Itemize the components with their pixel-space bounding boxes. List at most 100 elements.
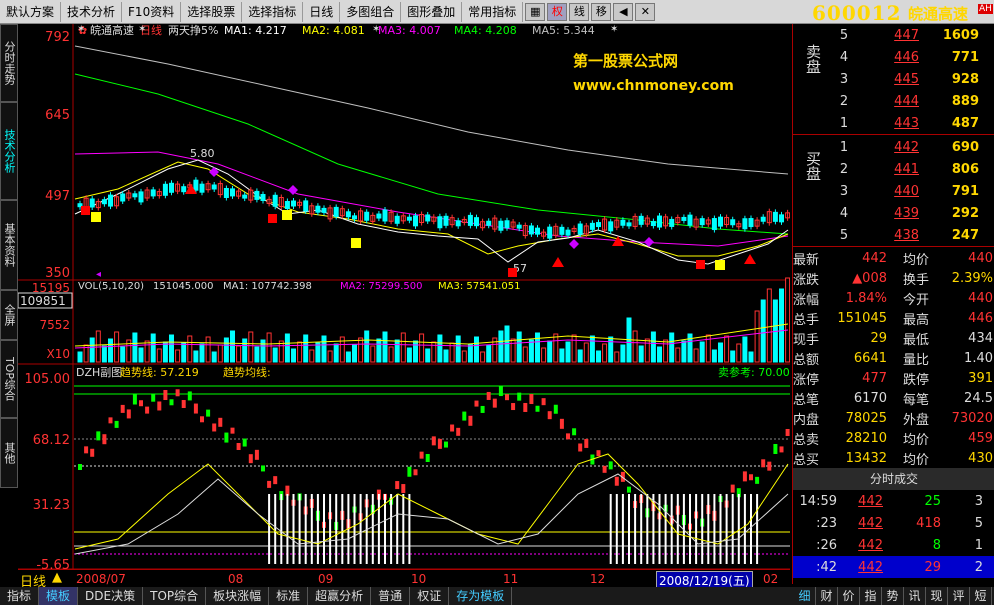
indicator-bar	[157, 401, 162, 411]
grid-icon[interactable]: ▦	[525, 2, 546, 21]
volume-bar	[266, 332, 272, 363]
menu-select-stock[interactable]: 选择股票	[181, 1, 243, 22]
indicator-signal	[640, 494, 643, 564]
indicator-bar	[547, 411, 552, 420]
indicator-bar	[96, 431, 101, 441]
indicator-bar	[511, 403, 516, 411]
buy-order-row[interactable]: 2 441 806	[793, 158, 994, 180]
volume-bar	[675, 347, 681, 363]
menu-technical-analysis[interactable]: 技术分析	[61, 1, 123, 22]
right-tab[interactable]: 评	[948, 587, 970, 605]
menu-f10[interactable]: F10资料	[122, 1, 182, 22]
indicator-bar	[419, 451, 424, 459]
stat-value: 151045	[837, 310, 887, 326]
buy-order-row[interactable]: 1 442 690	[793, 136, 994, 158]
tab-fundamentals[interactable]: 基本资料	[0, 200, 18, 290]
volume-bar	[358, 337, 364, 363]
stat-value: 440	[968, 290, 993, 306]
indicator-signal	[646, 494, 649, 564]
bottom-tab[interactable]: 权证	[410, 587, 450, 605]
menu-overlay[interactable]: 图形叠加	[401, 1, 463, 22]
tab-other[interactable]: 其他	[0, 418, 18, 488]
buy-order-row[interactable]: 4 439 292	[793, 202, 994, 224]
toolbar-rights[interactable]: 权	[547, 2, 568, 21]
volume-bar	[394, 339, 400, 363]
tick-row[interactable]: :23 442 418 5	[793, 512, 994, 534]
stat-value: 6170	[853, 390, 887, 406]
right-tab[interactable]: 财	[816, 587, 838, 605]
stat-label: 均价	[902, 452, 929, 468]
right-tab[interactable]: 势	[882, 587, 904, 605]
back-icon[interactable]: ◀	[613, 2, 634, 21]
bottom-tab[interactable]: 模板	[39, 587, 79, 605]
menu-common-indicator[interactable]: 常用指标	[462, 1, 524, 22]
stat-value: 477	[862, 370, 887, 386]
buy-order-row[interactable]: 5 438 247	[793, 224, 994, 246]
volume-bar	[187, 335, 193, 363]
tab-fullscreen[interactable]: 全屏	[0, 290, 18, 340]
stock-chart[interactable]: ✿ 皖通高速 日线 两天挣5% MA1: 4.217 MA2: 4.081 MA…	[18, 24, 790, 569]
menu-select-indicator[interactable]: 选择指标	[242, 1, 304, 22]
indicator-signal	[268, 494, 271, 564]
bottom-tab[interactable]: TOP综合	[143, 587, 207, 605]
volume-bar	[175, 349, 181, 363]
tick-row[interactable]: 14:59 442 25 3	[793, 490, 994, 512]
ticks-header[interactable]: 分时成交	[793, 468, 994, 490]
ind-trend: 趋势线: 57.219	[120, 365, 199, 379]
volume-bar	[388, 346, 394, 363]
order-volume: 1609	[942, 27, 979, 43]
bottom-tab[interactable]: 普通	[371, 587, 411, 605]
order-price: 446	[894, 49, 919, 65]
right-tab[interactable]: 现	[926, 587, 948, 605]
tick-count: 2	[974, 559, 983, 575]
period-up-icon[interactable]: ▲	[52, 570, 62, 585]
bottom-tab[interactable]: 板块涨幅	[206, 587, 270, 605]
toolbar-move[interactable]: 移	[591, 2, 612, 21]
indicator-bar	[273, 476, 278, 485]
right-tab[interactable]: 短	[970, 587, 992, 605]
indicator-bar	[193, 403, 198, 414]
volume-bar	[327, 350, 333, 363]
bottom-tab[interactable]: DDE决策	[78, 587, 144, 605]
bottom-tab[interactable]: 标准	[269, 587, 309, 605]
bottom-tab[interactable]: 存为模板	[449, 587, 513, 605]
sell-order-row[interactable]: 2 444 889	[793, 90, 994, 112]
volume-bar	[248, 331, 254, 363]
indicator-bar	[553, 404, 558, 414]
buy-order-row[interactable]: 3 440 791	[793, 180, 994, 202]
sell-order-row[interactable]: 5 447 1609	[793, 24, 994, 46]
sell-order-row[interactable]: 1 443 487	[793, 112, 994, 134]
tick-row[interactable]: :42 442 29 2	[793, 556, 994, 578]
menu-multi-chart[interactable]: 多图组合	[340, 1, 402, 22]
menu-default-scheme[interactable]: 默认方案	[0, 1, 62, 22]
right-tab[interactable]: 细	[794, 587, 816, 605]
stat-label: 换手	[902, 272, 929, 288]
bottom-tab[interactable]: 指标	[0, 587, 40, 605]
close-icon[interactable]: ✕	[635, 2, 656, 21]
stat-row: 总卖 28210 均价 459	[793, 428, 994, 448]
stat-value: 78025	[845, 410, 887, 426]
right-tab[interactable]: 讯	[904, 587, 926, 605]
order-volume: 806	[951, 161, 979, 177]
right-tab[interactable]: 指	[860, 587, 882, 605]
indicator-bar	[444, 441, 448, 448]
order-level: 5	[839, 227, 849, 243]
sell-order-row[interactable]: 4 446 771	[793, 46, 994, 68]
order-price: 441	[894, 161, 919, 177]
menu-daily[interactable]: 日线	[303, 1, 341, 22]
volume-bar	[724, 335, 730, 363]
ind-y-68: 68.12	[33, 433, 70, 448]
svg-text:✶: ✶	[372, 24, 380, 35]
tab-technical[interactable]: 技术分析	[0, 102, 18, 200]
tab-top[interactable]: TOP综合	[0, 340, 18, 418]
bottom-tab[interactable]: 超赢分析	[308, 587, 372, 605]
volume-bar	[254, 346, 260, 363]
tab-timeshare[interactable]: 分时走势	[0, 24, 18, 102]
toolbar-line[interactable]: 线	[569, 2, 590, 21]
volume-bar	[400, 332, 406, 363]
tick-row[interactable]: :26 442 8 1	[793, 534, 994, 556]
right-tab[interactable]: 价	[838, 587, 860, 605]
volume-bar	[156, 348, 162, 363]
indicator-bar	[206, 409, 211, 417]
sell-order-row[interactable]: 3 445 928	[793, 68, 994, 90]
